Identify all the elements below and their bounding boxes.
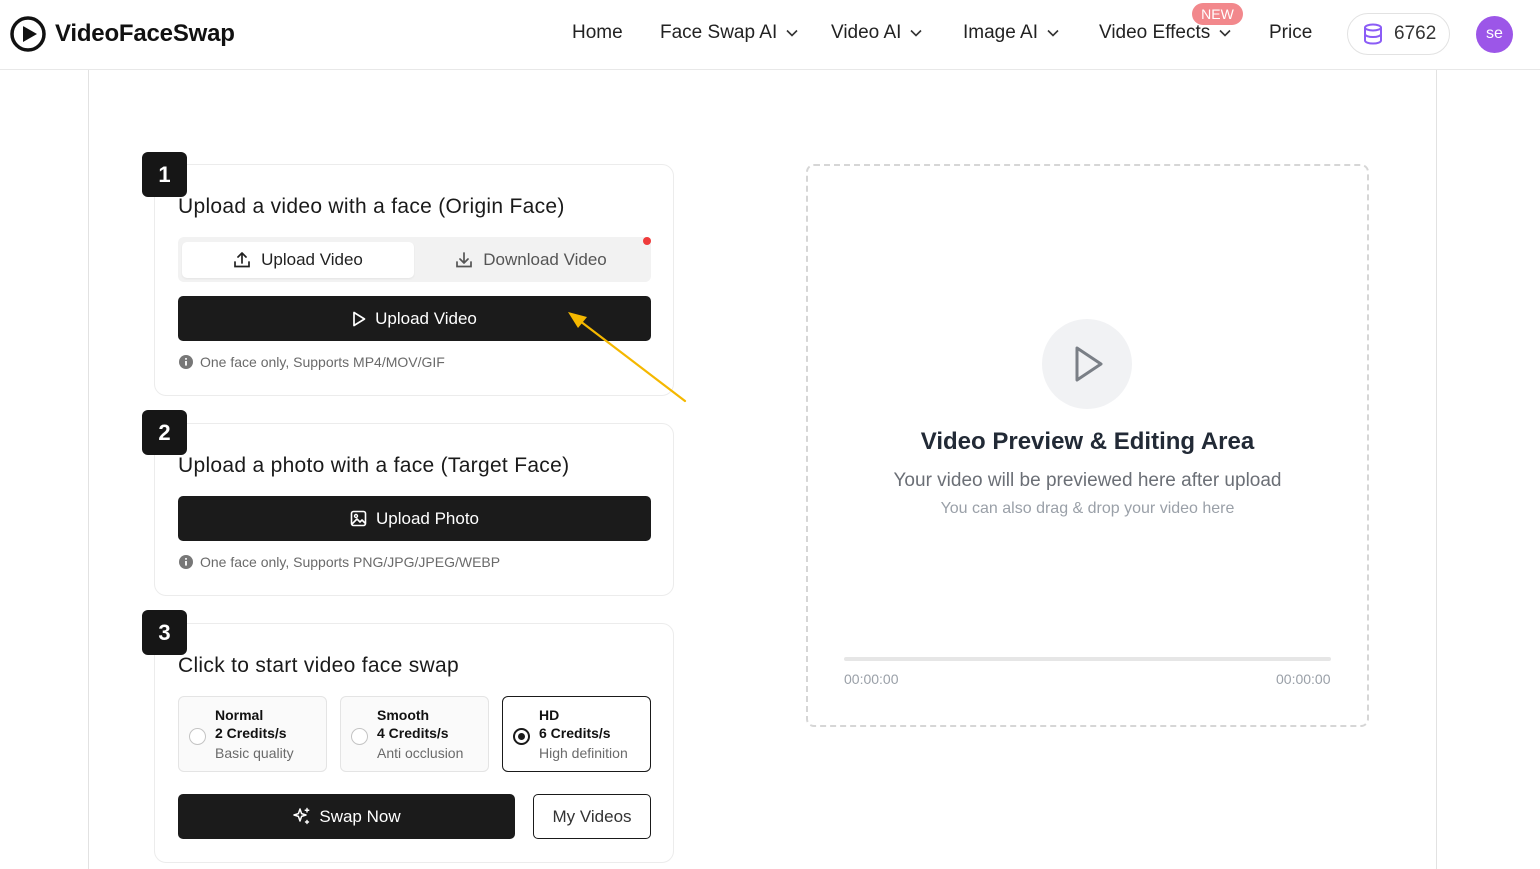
step2-title: Upload a photo with a face (Target Face): [178, 454, 570, 477]
chevron-down-icon: [1219, 29, 1231, 37]
info-icon: [179, 555, 193, 569]
tab-upload-video[interactable]: Upload Video: [182, 242, 414, 278]
upload-video-button-label: Upload Video: [375, 308, 477, 328]
step1-number: 1: [142, 152, 187, 197]
option-name: Normal: [215, 707, 264, 723]
credits-balance[interactable]: 6762: [1347, 13, 1450, 55]
annotation-arrow-icon: [568, 312, 687, 403]
preview-title: Video Preview & Editing Area: [920, 428, 1255, 455]
upload-photo-button-label: Upload Photo: [375, 508, 480, 528]
step1-title: Upload a video with a face (Origin Face): [178, 195, 565, 218]
top-header: VideoFaceSwap Home Face Swap AI Video AI…: [0, 0, 1540, 70]
preview-progress-bar[interactable]: [844, 657, 1331, 661]
tab-download-video[interactable]: Download Video: [414, 242, 648, 278]
step1-hint: One face only, Supports MP4/MOV/GIF: [179, 354, 445, 370]
nav-image-ai-label: Image AI: [963, 22, 1038, 43]
chevron-down-icon: [1047, 29, 1059, 37]
notification-dot: [643, 237, 651, 245]
quality-option-hd[interactable]: HD 6 Credits/s High definition: [502, 696, 651, 772]
download-icon: [456, 252, 473, 268]
option-description: Anti occlusion: [377, 745, 464, 761]
swap-now-button[interactable]: Swap Now: [178, 794, 515, 839]
preview-play-button[interactable]: [1042, 319, 1132, 409]
upload-source-tabs: Upload Video Download Video: [178, 237, 651, 282]
brand-name: VideoFaceSwap: [55, 20, 235, 47]
nav-price[interactable]: Price: [1269, 22, 1312, 44]
step2-hint-text: One face only, Supports PNG/JPG/JPEG/WEB…: [200, 554, 501, 570]
database-icon: [1364, 23, 1382, 45]
step2-number: 2: [142, 410, 187, 455]
quality-option-normal[interactable]: Normal 2 Credits/s Basic quality: [178, 696, 327, 772]
image-icon: [350, 510, 367, 527]
option-credits: 4 Credits/s: [377, 725, 449, 741]
nav-home-label: Home: [572, 22, 623, 43]
option-credits: 2 Credits/s: [215, 725, 287, 741]
option-description: High definition: [539, 745, 628, 761]
my-videos-button[interactable]: My Videos: [533, 794, 651, 839]
nav-video-ai[interactable]: Video AI: [831, 22, 923, 44]
step1-hint-text: One face only, Supports MP4/MOV/GIF: [200, 354, 445, 370]
option-description: Basic quality: [215, 745, 294, 761]
chevron-down-icon: [910, 29, 923, 37]
preview-subtitle: Your video will be previewed here after …: [893, 470, 1282, 491]
step2-hint: One face only, Supports PNG/JPG/JPEG/WEB…: [179, 554, 500, 570]
quality-option-smooth[interactable]: Smooth 4 Credits/s Anti occlusion: [340, 696, 489, 772]
new-badge: NEW: [1192, 3, 1243, 25]
play-icon: [1075, 346, 1103, 382]
tab-download-video-label: Download Video: [483, 250, 607, 269]
play-icon: [353, 311, 366, 326]
nav-price-label: Price: [1269, 22, 1313, 43]
upload-icon: [234, 252, 250, 268]
nav-face-swap-ai[interactable]: Face Swap AI: [660, 22, 798, 44]
sparkle-icon: [293, 807, 310, 825]
nav-home[interactable]: Home: [572, 22, 623, 44]
time-current: 00:00:00: [844, 671, 899, 687]
info-icon: [179, 355, 193, 369]
nav-face-swap-ai-label: Face Swap AI: [660, 22, 778, 43]
nav-video-effects[interactable]: Video Effects: [1099, 22, 1231, 44]
option-name: Smooth: [377, 707, 430, 723]
tab-upload-video-label: Upload Video: [261, 250, 363, 269]
option-credits: 6 Credits/s: [539, 725, 611, 741]
chevron-down-icon: [786, 29, 798, 37]
user-avatar[interactable]: se: [1476, 16, 1513, 53]
option-name: HD: [539, 707, 560, 723]
nav-image-ai[interactable]: Image AI: [963, 22, 1059, 44]
brand-logo[interactable]: VideoFaceSwap: [10, 16, 235, 52]
time-total: 00:00:00: [1276, 671, 1331, 687]
logo-icon: [10, 16, 46, 52]
preview-drag-hint: You can also drag & drop your video here: [940, 500, 1235, 517]
step3-title: Click to start video face swap: [178, 654, 459, 677]
radio-normal[interactable]: [189, 728, 206, 745]
radio-smooth[interactable]: [351, 728, 368, 745]
swap-now-button-label: Swap Now: [319, 806, 401, 826]
radio-hd[interactable]: [513, 728, 530, 745]
nav-video-effects-label: Video Effects: [1099, 22, 1211, 43]
credits-count: 6762: [1394, 23, 1437, 44]
step3-number: 3: [142, 610, 187, 655]
upload-photo-button[interactable]: Upload Photo: [178, 496, 651, 541]
nav-video-ai-label: Video AI: [831, 22, 902, 43]
